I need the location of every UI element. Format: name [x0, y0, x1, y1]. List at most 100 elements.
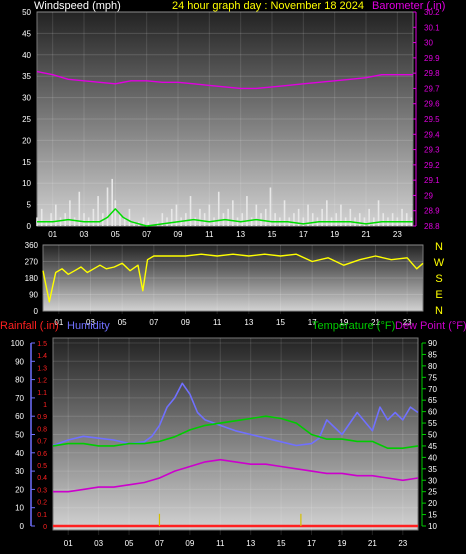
x-tick-label: 23	[393, 230, 402, 239]
rain-y-tick-label: 0.6	[37, 451, 47, 458]
x-tick-label: 07	[142, 230, 151, 239]
x-tick-label: 21	[368, 539, 377, 548]
humidity-y-tick-label: 70	[15, 394, 24, 403]
x-tick-label: 07	[155, 539, 164, 548]
humidity-y-tick-label: 20	[15, 485, 24, 494]
temperature-y-tick-label: 10	[428, 522, 437, 531]
x-tick-label: 05	[111, 230, 120, 239]
wind-y-tick-label: 5	[27, 201, 32, 210]
x-tick-label: 07	[149, 318, 158, 327]
temperature-y-tick-label: 35	[428, 465, 437, 474]
x-tick-label: 09	[181, 318, 190, 327]
x-tick-label: 21	[362, 230, 371, 239]
baro-y-tick-label: 29.4	[424, 130, 440, 139]
direction-letter-s: S	[435, 273, 442, 285]
humidity-y-tick-label: 90	[15, 357, 24, 366]
temperature-y-tick-label: 60	[428, 408, 437, 417]
humidity-y-tick-label: 50	[15, 431, 24, 440]
wind-title: Windspeed (mph)	[34, 0, 121, 12]
humidity-y-tick-label: 100	[11, 339, 25, 348]
temperature-title: Temperature (°F)	[312, 320, 395, 332]
humidity-y-tick-label: 10	[15, 504, 24, 513]
direction-y-tick-label: 270	[25, 258, 39, 267]
x-tick-label: 13	[244, 318, 253, 327]
x-tick-label: 01	[64, 539, 73, 548]
x-tick-label: 01	[48, 230, 57, 239]
direction-compass-letters: NWSEN	[434, 241, 445, 317]
baro-y-tick-label: 29.7	[424, 84, 440, 93]
rain-y-tick-label: 0.3	[37, 487, 47, 494]
x-tick-label: 09	[174, 230, 183, 239]
wind-y-tick-label: 50	[22, 8, 31, 17]
x-tick-label: 13	[246, 539, 255, 548]
rain-y-tick-label: 1.4	[37, 353, 47, 360]
temperature-y-tick-label: 90	[428, 339, 437, 348]
x-tick-label: 11	[213, 318, 222, 327]
weather-graph-canvas: Windspeed (mph) 24 hour graph day : Nove…	[0, 0, 466, 548]
temperature-y-tick-label: 45	[428, 442, 437, 451]
x-tick-label: 15	[268, 230, 277, 239]
temperature-y-tick-label: 30	[428, 476, 437, 485]
direction-letter-e: E	[435, 289, 442, 301]
temperature-y-tick-label: 55	[428, 419, 437, 428]
baro-y-tick-label: 30	[424, 39, 433, 48]
wind-y-tick-label: 45	[22, 29, 31, 38]
humidity-y-tick-label: 80	[15, 376, 24, 385]
x-tick-label: 17	[299, 230, 308, 239]
rainfall-title: Rainfall (.in)	[0, 320, 59, 332]
direction-y-tick-label: 90	[29, 291, 38, 300]
humidity-y-tick-label: 0	[20, 522, 25, 531]
x-tick-label: 09	[185, 539, 194, 548]
rain-y-tick-label: 1.2	[37, 378, 47, 385]
rain-y-tick-label: 0.7	[37, 439, 47, 446]
dewpoint-title: Dew Point (°F)	[395, 320, 466, 332]
temperature-y-tick-label: 40	[428, 453, 437, 462]
x-tick-label: 13	[236, 230, 245, 239]
temperature-y-tick-label: 50	[428, 431, 437, 440]
baro-y-tick-label: 29.6	[424, 100, 440, 109]
direction-letter-w: W	[434, 257, 445, 269]
baro-y-tick-label: 29.2	[424, 161, 440, 170]
rain-y-tick-label: 0.5	[37, 463, 47, 470]
wind-y-tick-label: 25	[22, 115, 31, 124]
rain-y-tick-label: 1	[43, 402, 47, 409]
humidity-y-tick-label: 30	[15, 467, 24, 476]
baro-y-tick-label: 30.2	[424, 8, 440, 17]
x-tick-label: 23	[398, 539, 407, 548]
x-tick-label: 19	[338, 539, 347, 548]
wind-y-tick-label: 40	[22, 51, 31, 60]
rain-y-tick-label: 0.4	[37, 475, 47, 482]
baro-y-tick-label: 29.1	[424, 176, 440, 185]
x-tick-label: 15	[277, 539, 286, 548]
rain-y-tick-label: 1.3	[37, 365, 47, 372]
wind-y-tick-label: 30	[22, 94, 31, 103]
baro-y-tick-label: 30.1	[424, 23, 440, 32]
x-tick-label: 11	[205, 230, 214, 239]
x-tick-label: 17	[307, 539, 316, 548]
wind-y-tick-label: 35	[22, 72, 31, 81]
temperature-y-tick-label: 20	[428, 499, 437, 508]
wind-y-tick-label: 0	[27, 222, 32, 231]
direction-letter-n: N	[435, 305, 443, 317]
temperature-y-tick-label: 80	[428, 362, 437, 371]
direction-y-tick-label: 0	[34, 307, 39, 316]
rain-y-tick-label: 0.9	[37, 414, 47, 421]
baro-y-tick-label: 29	[424, 191, 433, 200]
rain-y-tick-label: 0.2	[37, 500, 47, 507]
rain-y-tick-label: 0.1	[37, 512, 47, 519]
x-tick-label: 05	[118, 318, 127, 327]
x-tick-label: 03	[94, 539, 103, 548]
temperature-y-tick-label: 65	[428, 396, 437, 405]
temperature-y-tick-label: 25	[428, 488, 437, 497]
temperature-y-tick-label: 75	[428, 373, 437, 382]
humidity-y-tick-label: 40	[15, 449, 24, 458]
temperature-y-tick-label: 70	[428, 385, 437, 394]
rain-y-tick-label: 1.1	[37, 390, 47, 397]
temperature-y-tick-label: 85	[428, 350, 437, 359]
humidity-y-tick-label: 60	[15, 412, 24, 421]
rain-y-tick-label: 1.5	[37, 341, 47, 348]
x-tick-label: 19	[330, 230, 339, 239]
wind-y-tick-label: 20	[22, 136, 31, 145]
direction-letter-n: N	[435, 241, 443, 253]
temperature-y-tick-label: 15	[428, 511, 437, 520]
